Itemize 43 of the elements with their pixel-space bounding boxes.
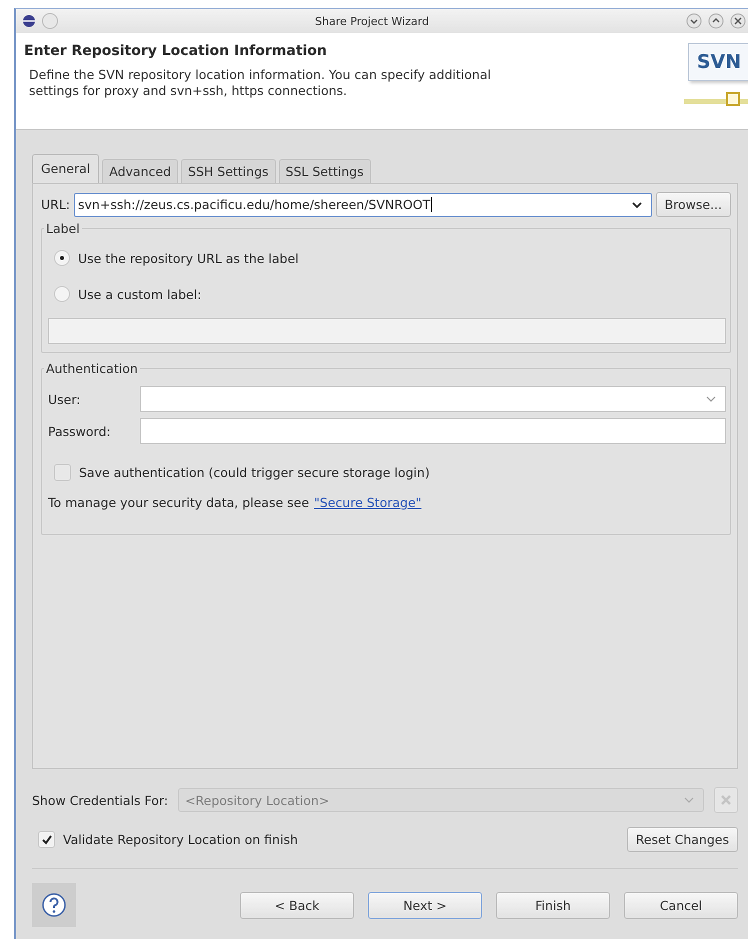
- tab[interactable]: SSH Settings: [181, 159, 276, 183]
- user-field[interactable]: [140, 386, 726, 412]
- url-label: URL:: [41, 197, 70, 212]
- help-icon: [41, 892, 67, 918]
- dropdown-icon[interactable]: [630, 200, 643, 208]
- checkbox-label: Validate Repository Location on finish: [63, 832, 298, 847]
- wizard-button[interactable]: Cancel: [624, 892, 738, 918]
- radio-label: Use the repository URL as the label: [78, 250, 299, 266]
- close-icon[interactable]: [730, 13, 746, 29]
- group-title: Label: [45, 221, 81, 236]
- url-field[interactable]: svn+ssh://zeus.cs.pacificu.edu/home/shereen/SVNROOT: [74, 192, 652, 216]
- reset-changes-button[interactable]: Reset Changes: [626, 827, 738, 852]
- checkbox[interactable]: [54, 464, 71, 481]
- checkbox-label: Save authentication (could trigger secure storage login): [79, 465, 430, 480]
- tab[interactable]: General: [32, 154, 100, 183]
- password-label: Password:: [48, 424, 112, 438]
- group-title: Authentication: [45, 361, 139, 376]
- secure-storage-link[interactable]: "Secure Storage": [314, 495, 422, 510]
- tab[interactable]: Advanced: [102, 159, 178, 183]
- radio-button[interactable]: [54, 250, 70, 266]
- password-field[interactable]: [140, 418, 726, 444]
- wizard-button[interactable]: Next >: [368, 892, 482, 918]
- user-label: User:: [48, 392, 82, 406]
- browse-button[interactable]: Browse...: [656, 192, 731, 217]
- wizard-button[interactable]: Finish: [496, 892, 610, 918]
- app-icon: [22, 14, 36, 28]
- radio-button[interactable]: [54, 286, 70, 302]
- radio-label: Use a custom label:: [78, 286, 202, 302]
- page-description: Define the SVN repository location information. You can specify additional settings for proxy and svn+ssh, https connections.: [28, 67, 492, 100]
- security-note: To manage your security data, please see: [48, 495, 310, 510]
- help-button[interactable]: [32, 883, 76, 927]
- page-title: Enter Repository Location Information: [24, 43, 328, 59]
- checkbox[interactable]: [38, 831, 55, 848]
- minimize-icon[interactable]: [686, 13, 702, 29]
- checkmark-icon: [40, 834, 52, 846]
- window-title: Share Project Wizard: [314, 14, 430, 28]
- tab[interactable]: SSL Settings: [278, 159, 371, 183]
- menu-button[interactable]: [42, 13, 58, 29]
- wizard-button[interactable]: < Back: [240, 892, 354, 918]
- delete-icon: [720, 794, 732, 806]
- maximize-icon[interactable]: [708, 13, 724, 29]
- svn-logo: SVN: [684, 43, 748, 121]
- credentials-label: Show Credentials For:: [32, 792, 168, 808]
